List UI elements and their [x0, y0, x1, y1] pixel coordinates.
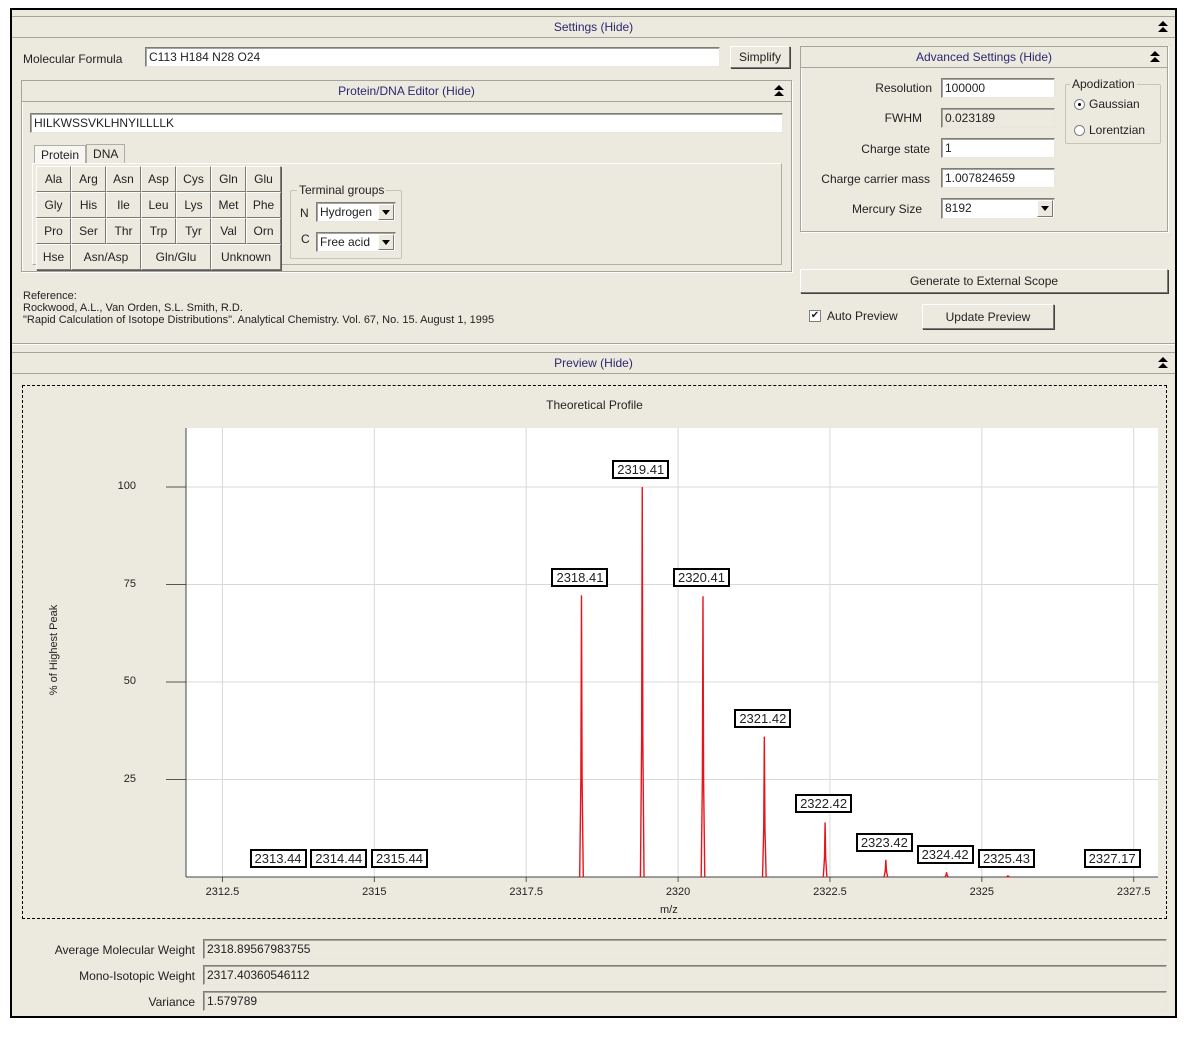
variance-field[interactable]: 1.579789 [203, 991, 1167, 1011]
avg-mw-label: Average Molecular Weight [54, 943, 195, 957]
avg-mw-field[interactable]: 2318.89567983755 [203, 939, 1167, 959]
plot-area [186, 428, 1158, 877]
mono-weight-label: Mono-Isotopic Weight [79, 969, 195, 983]
variance-label: Variance [148, 995, 195, 1009]
spectrum-plot[interactable] [0, 0, 1200, 1040]
mono-weight-field[interactable]: 2317.40360546112 [203, 965, 1167, 985]
